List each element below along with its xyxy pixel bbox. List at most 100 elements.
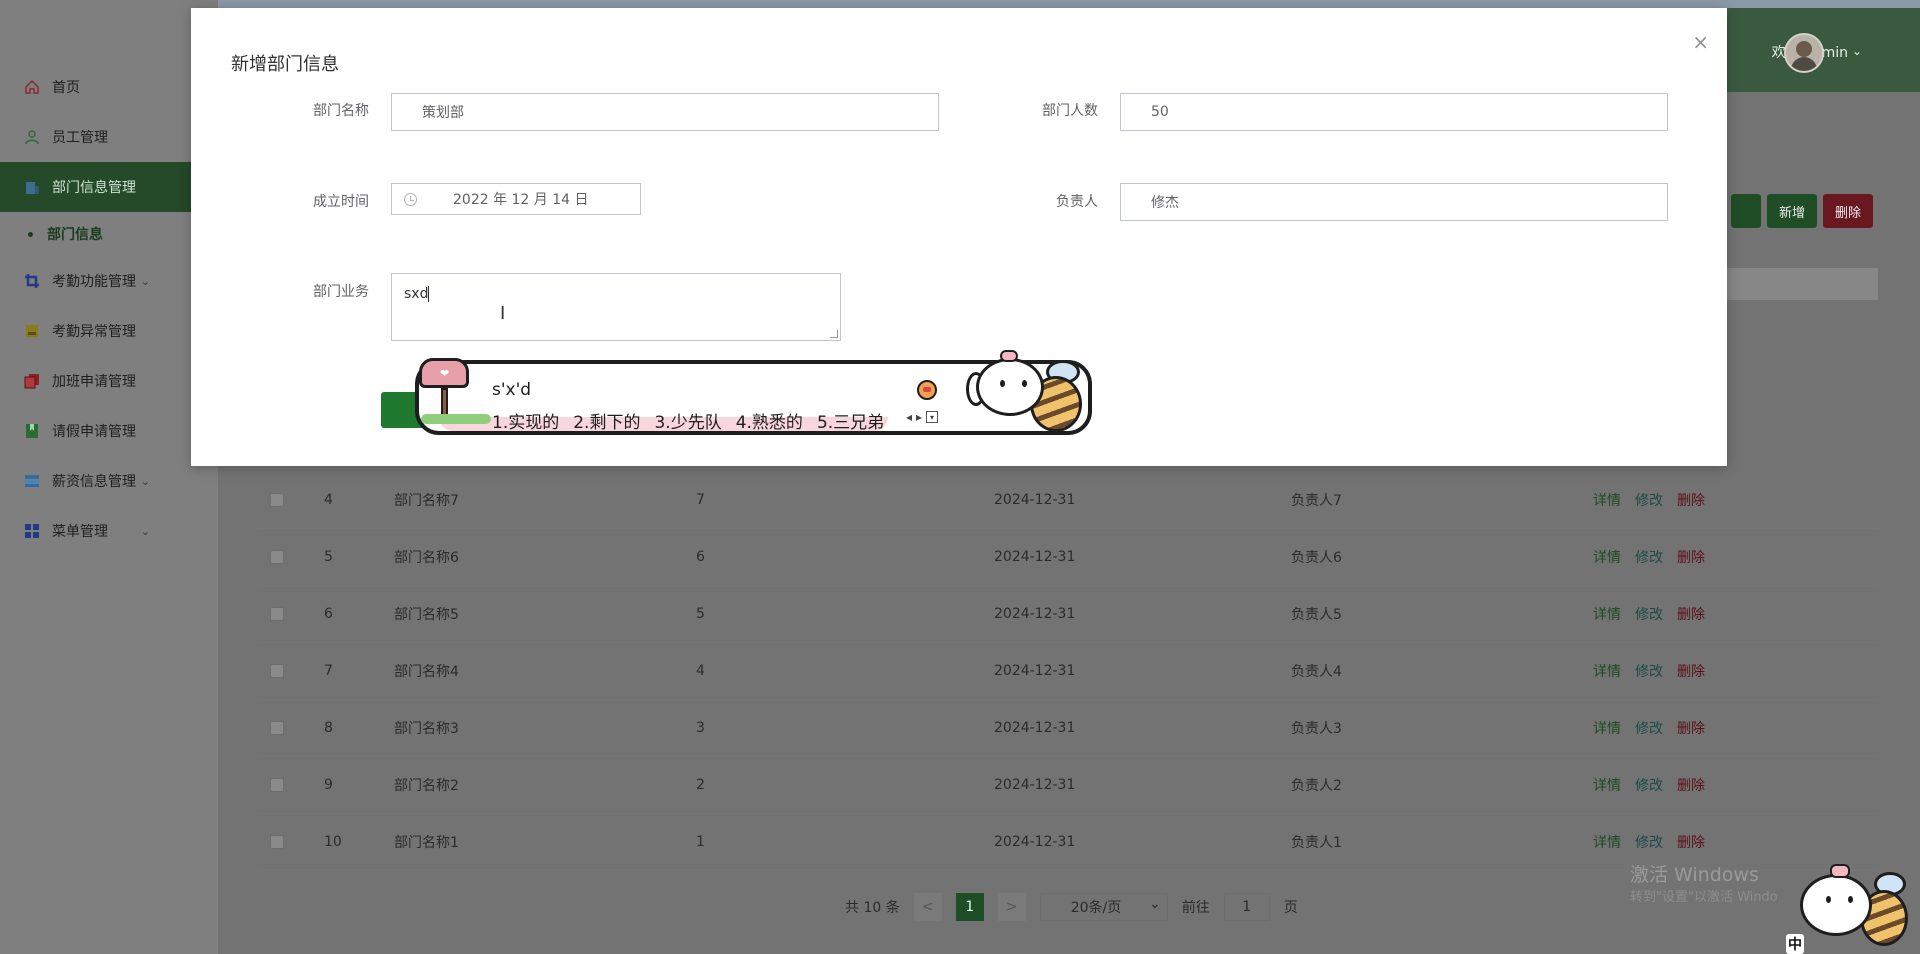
sidebar-item-label: 考勤功能管理 (52, 274, 136, 290)
row-leader: 负责人5 (1291, 607, 1342, 623)
page-number[interactable]: 1 (955, 893, 984, 921)
close-icon[interactable]: × (1692, 30, 1709, 54)
delete-link[interactable]: 删除 (1677, 490, 1705, 510)
edit-link[interactable]: 修改 (1635, 604, 1663, 624)
delete-link[interactable]: 删除 (1677, 661, 1705, 681)
batch-delete-button[interactable]: 删除 (1822, 194, 1873, 228)
detail-link[interactable]: 详情 (1593, 547, 1621, 567)
ime-candidate[interactable]: 3.少先队 (654, 408, 721, 433)
row-leader: 负责人2 (1291, 778, 1342, 794)
page-size-select[interactable]: 20条/页 (1039, 893, 1168, 921)
row-checkbox[interactable] (270, 493, 284, 507)
row-checkbox[interactable] (270, 550, 284, 564)
table-row[interactable]: 5 部门名称6 6 2024-12-31 负责人6 详情 修改 删除 (258, 529, 1878, 586)
ime-candidate[interactable]: 4.熟悉的 (736, 408, 803, 433)
row-actions: 详情 修改 删除 (1593, 775, 1705, 795)
row-established-date: 2024-12-31 (994, 834, 1076, 850)
department-count-input[interactable]: 50 (1120, 93, 1668, 131)
row-checkbox[interactable] (270, 835, 284, 849)
chevron-down-icon: ⌄ (140, 474, 150, 488)
business-textarea[interactable]: sxd (391, 273, 841, 341)
row-department-count: 3 (696, 720, 705, 736)
ime-candidate[interactable]: 5.三兄弟 (817, 408, 884, 433)
pagination: 共 10 条 < 1 > 20条/页 前往 1 页 (845, 893, 1298, 921)
sidebar-item-leave[interactable]: 请假申请管理 (0, 406, 218, 456)
table-row[interactable]: 6 部门名称5 5 2024-12-31 负责人5 详情 修改 删除 (258, 586, 1878, 643)
folder-icon (24, 323, 40, 339)
ime-next-icon[interactable]: ▸ (916, 410, 922, 424)
sidebar-item-menu[interactable]: 菜单管理 ⌄ (0, 506, 218, 556)
delete-link[interactable]: 删除 (1677, 775, 1705, 795)
sidebar: 首页 员工管理 部门信息管理 部门信息 考勤功能管理 ⌄ 考勤异常管理 加班申请… (0, 0, 218, 954)
sidebar-item-department[interactable]: 部门信息管理 (0, 162, 218, 212)
ime-skin-icon[interactable] (917, 380, 937, 400)
row-actions: 详情 修改 删除 (1593, 661, 1705, 681)
prev-page-button[interactable]: < (913, 893, 942, 921)
sidebar-item-salary[interactable]: 薪资信息管理 ⌄ (0, 456, 218, 506)
sidebar-item-label: 部门信息管理 (52, 180, 136, 196)
table-row[interactable]: 9 部门名称2 2 2024-12-31 负责人2 详情 修改 删除 (258, 757, 1878, 814)
detail-link[interactable]: 详情 (1593, 604, 1621, 624)
sidebar-item-home[interactable]: 首页 (0, 62, 218, 112)
search-button[interactable] (1730, 194, 1761, 228)
crop-icon (24, 273, 40, 289)
edit-link[interactable]: 修改 (1635, 490, 1663, 510)
detail-link[interactable]: 详情 (1593, 718, 1621, 738)
table-row[interactable]: 4 部门名称7 7 2024-12-31 负责人7 详情 修改 删除 (258, 472, 1878, 529)
table-row[interactable]: 7 部门名称4 4 2024-12-31 负责人4 详情 修改 删除 (258, 643, 1878, 700)
edit-link[interactable]: 修改 (1635, 547, 1663, 567)
add-button[interactable]: 新增 (1766, 194, 1817, 228)
department-name-input[interactable]: 策划部 (391, 93, 939, 131)
row-department-count: 2 (696, 777, 705, 793)
row-checkbox[interactable] (270, 664, 284, 678)
chevron-down-icon[interactable]: ⌄ (1852, 44, 1862, 58)
row-established-date: 2024-12-31 (994, 606, 1076, 622)
delete-link[interactable]: 删除 (1677, 832, 1705, 852)
ime-candidate[interactable]: 1.实现的 (492, 408, 559, 433)
table-row[interactable]: 8 部门名称3 3 2024-12-31 负责人3 详情 修改 删除 (258, 700, 1878, 757)
ime-expand-icon[interactable]: ▾ (926, 411, 939, 423)
detail-link[interactable]: 详情 (1593, 832, 1621, 852)
ime-candidate[interactable]: 2.剩下的 (573, 408, 640, 433)
sidebar-item-attendance[interactable]: 考勤功能管理 ⌄ (0, 256, 218, 306)
ime-mascot-icon[interactable]: 中 (1786, 860, 1920, 954)
sidebar-item-attendance-exception[interactable]: 考勤异常管理 (0, 306, 218, 356)
goto-label: 前往 (1181, 900, 1210, 916)
row-checkbox[interactable] (270, 721, 284, 735)
row-checkbox[interactable] (270, 607, 284, 621)
established-date-picker[interactable]: 2022 年 12 月 14 日 (391, 183, 641, 215)
delete-link[interactable]: 删除 (1677, 604, 1705, 624)
ime-page-nav: ◂ ▸ ▾ (906, 410, 939, 424)
leader-label: 负责人 (1056, 194, 1098, 210)
ime-mode-indicator[interactable]: 中 (1786, 934, 1804, 954)
avatar[interactable] (1784, 33, 1824, 73)
row-actions: 详情 修改 删除 (1593, 718, 1705, 738)
row-department-name: 部门名称3 (394, 721, 459, 737)
user-icon (24, 129, 40, 145)
goto-page-input[interactable]: 1 (1223, 893, 1270, 921)
leader-input[interactable]: 修杰 (1120, 183, 1668, 221)
detail-link[interactable]: 详情 (1593, 490, 1621, 510)
delete-link[interactable]: 删除 (1677, 718, 1705, 738)
edit-link[interactable]: 修改 (1635, 718, 1663, 738)
edit-link[interactable]: 修改 (1635, 775, 1663, 795)
row-leader: 负责人1 (1291, 835, 1342, 851)
sidebar-item-employees[interactable]: 员工管理 (0, 112, 218, 162)
edit-link[interactable]: 修改 (1635, 661, 1663, 681)
row-actions: 详情 修改 删除 (1593, 547, 1705, 567)
detail-link[interactable]: 详情 (1593, 775, 1621, 795)
ime-prev-icon[interactable]: ◂ (906, 410, 912, 424)
sidebar-subitem-department-info[interactable]: 部门信息 (0, 212, 218, 256)
row-checkbox[interactable] (270, 778, 284, 792)
row-department-name: 部门名称7 (394, 493, 459, 509)
edit-link[interactable]: 修改 (1635, 832, 1663, 852)
sidebar-item-label: 首页 (52, 80, 80, 96)
row-index: 9 (324, 777, 333, 793)
next-page-button[interactable]: > (997, 893, 1026, 921)
delete-link[interactable]: 删除 (1677, 547, 1705, 567)
row-actions: 详情 修改 删除 (1593, 490, 1705, 510)
department-count-label: 部门人数 (1042, 103, 1098, 119)
sidebar-item-overtime[interactable]: 加班申请管理 (0, 356, 218, 406)
detail-link[interactable]: 详情 (1593, 661, 1621, 681)
home-icon (24, 79, 40, 95)
